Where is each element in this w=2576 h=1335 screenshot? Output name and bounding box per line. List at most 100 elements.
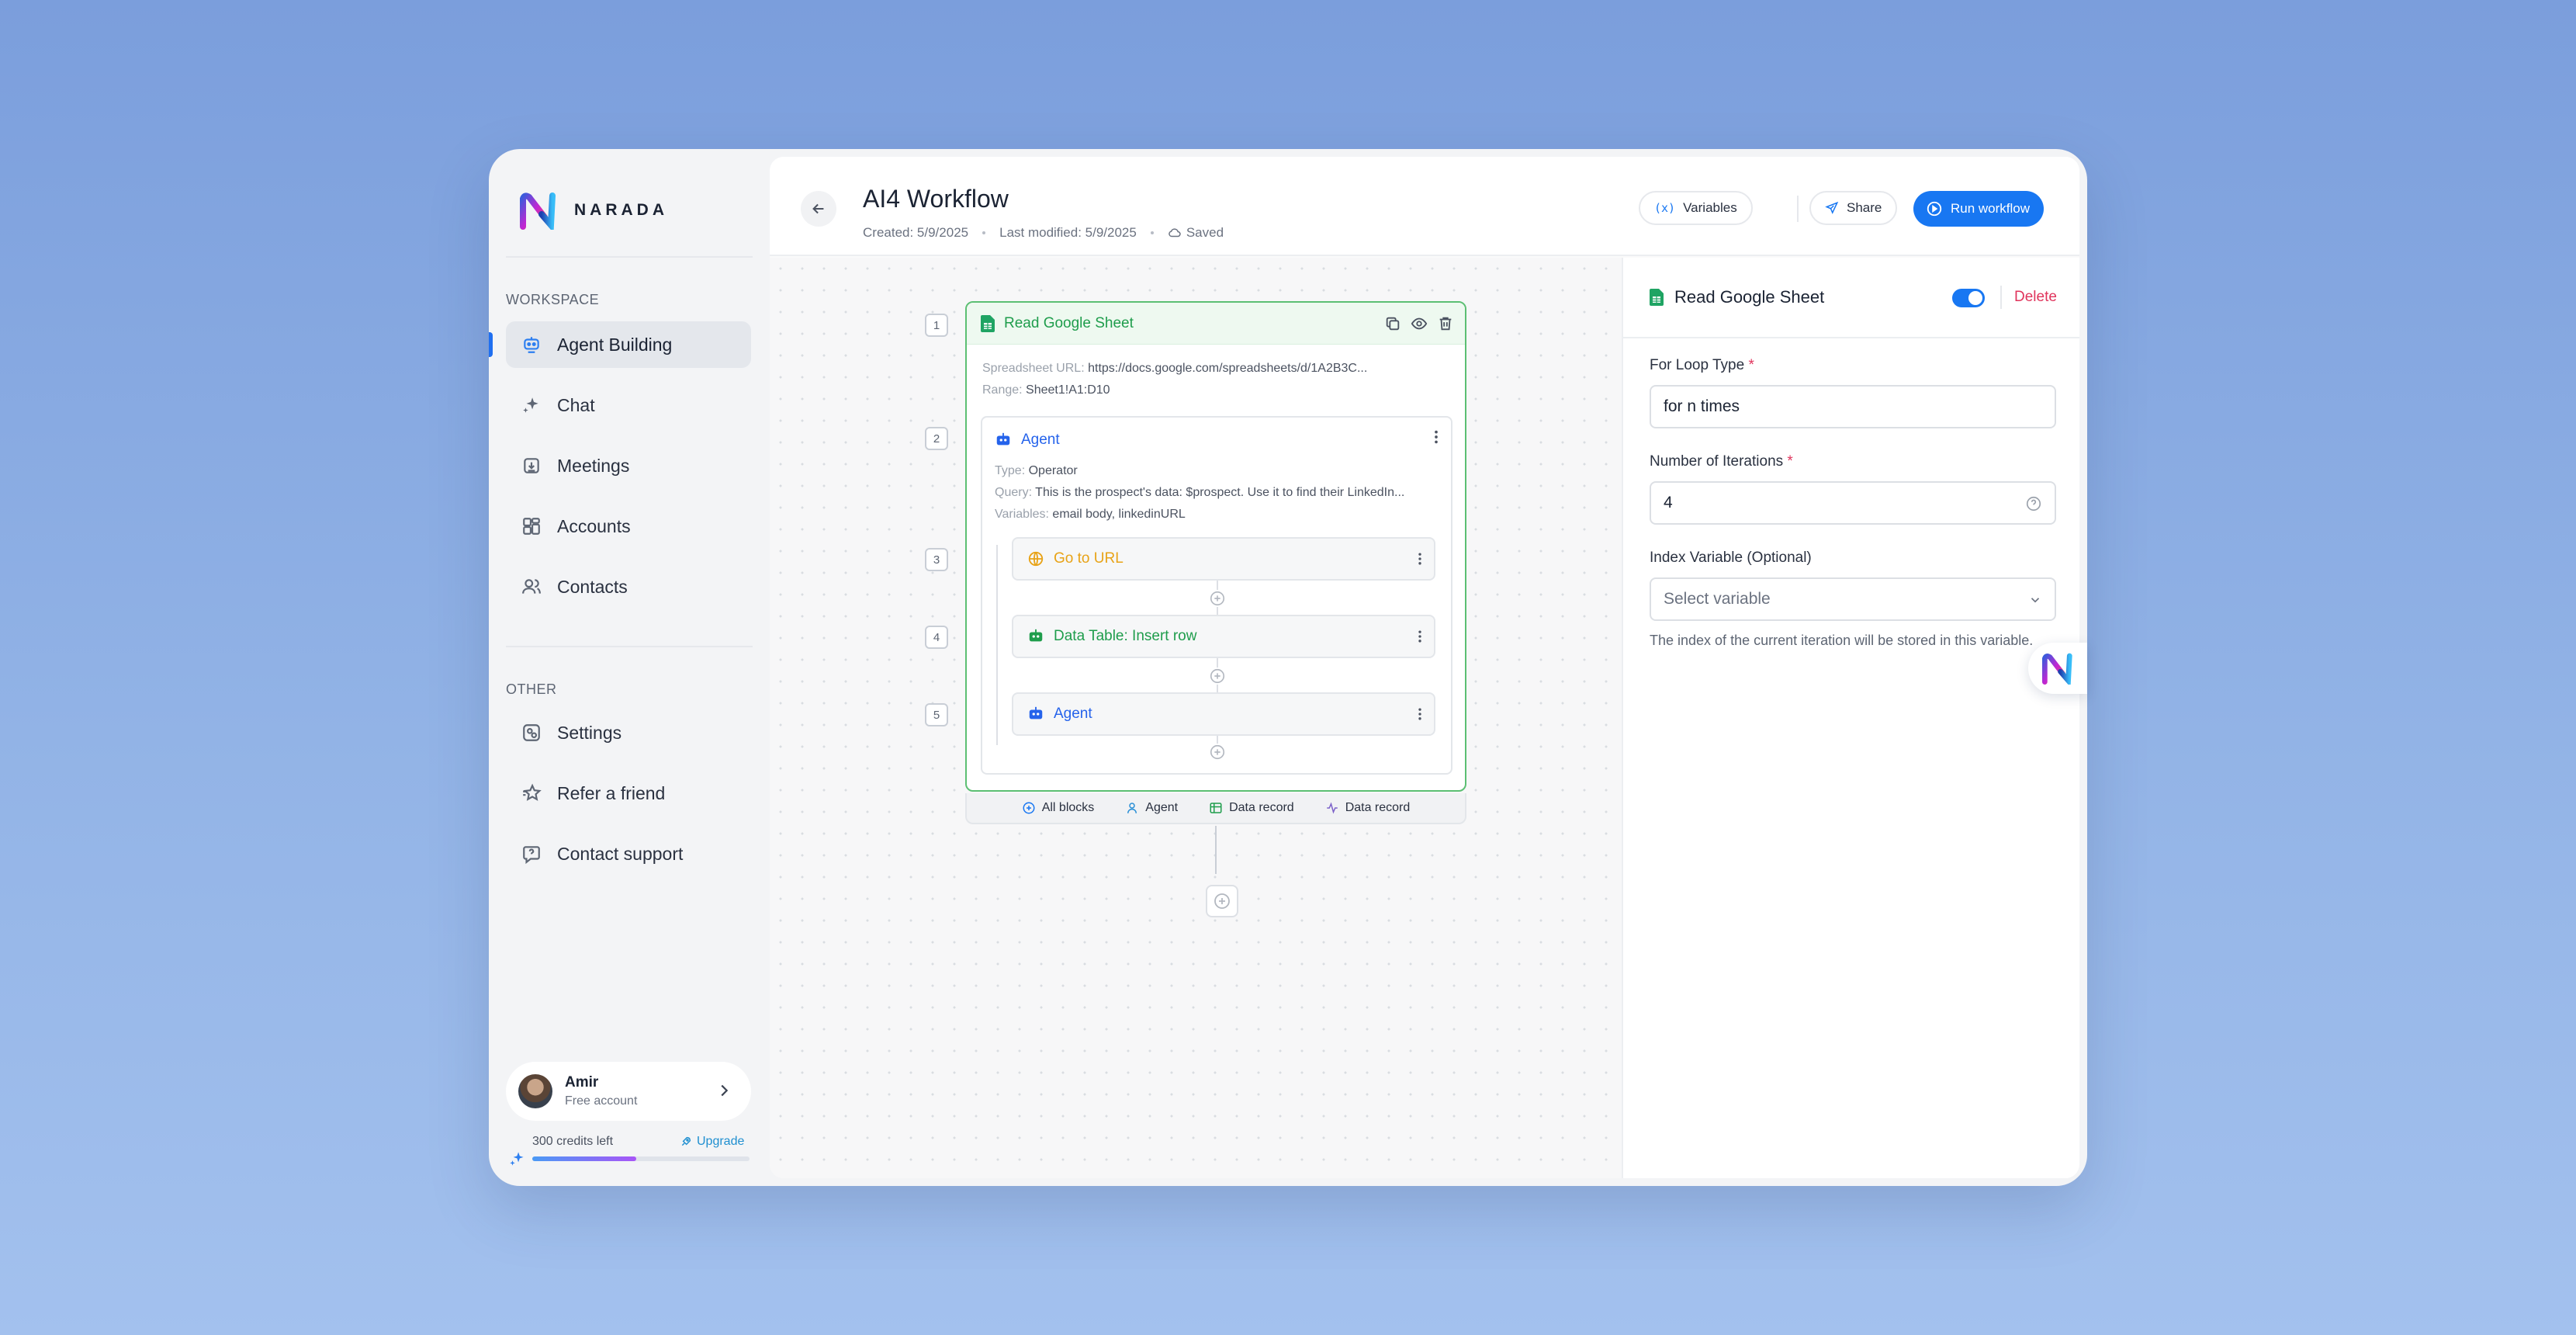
more-vertical-icon[interactable] [1412, 706, 1428, 722]
data-table-insert-row-block[interactable]: Data Table: Insert row [1012, 615, 1435, 658]
avatar [518, 1074, 552, 1108]
variables-icon: (x) [1654, 201, 1676, 215]
meta-key: Query: [995, 486, 1033, 499]
range-value: Sheet1!A1:D10 [1026, 383, 1110, 397]
meta-key: Spreadsheet URL: [982, 362, 1085, 375]
saved-label: Saved [1186, 225, 1224, 240]
cloud-icon [1169, 228, 1181, 238]
delete-button[interactable]: Delete [2014, 289, 2057, 306]
add-step-icon[interactable] [1209, 744, 1226, 761]
run-workflow-button[interactable]: Run workflow [1913, 191, 2045, 227]
block-tray: All blocks Agent Data record Data record [965, 793, 1466, 824]
robot-icon [996, 432, 1010, 446]
agent-variables: email body, linkedinURL [1052, 508, 1186, 521]
index-variable-placeholder: Select variable [1664, 590, 1771, 608]
iterations-label-text: Number of Iterations [1650, 453, 1784, 470]
google-sheets-icon [981, 314, 995, 332]
iterations-field[interactable]: 4 [1650, 481, 2056, 525]
more-vertical-icon[interactable] [1412, 629, 1428, 644]
sidebar-item-label: Accounts [557, 515, 631, 536]
sidebar-item-label: Settings [557, 722, 622, 743]
enable-toggle[interactable] [1952, 289, 1985, 307]
sidebar: NARADA WORKSPACE Agent Building Chat Mee… [489, 149, 770, 1186]
sidebar-divider [506, 256, 753, 258]
sidebar-item-agent-building[interactable]: Agent Building [506, 321, 751, 368]
index-variable-select[interactable]: Select variable [1650, 577, 2056, 621]
agent-variables-line: Variables: email body, linkedinURL [995, 508, 1186, 522]
chevron-right-icon [721, 1084, 729, 1097]
app-window: NARADA WORKSPACE Agent Building Chat Mee… [489, 149, 2087, 1186]
eye-icon[interactable] [1411, 315, 1428, 332]
all-blocks-button[interactable]: All blocks [1022, 801, 1094, 815]
send-icon [1825, 201, 1839, 214]
robot-icon [1029, 629, 1043, 642]
credits-left: 300 credits left [532, 1135, 614, 1148]
upgrade-link[interactable]: Upgrade [680, 1135, 744, 1149]
page-title: AI4 Workflow [863, 185, 1009, 213]
more-vertical-icon[interactable] [1412, 551, 1428, 567]
sidebar-item-label: Contact support [557, 843, 684, 864]
sidebar-item-accounts[interactable]: Accounts [506, 503, 751, 550]
block-actions [1384, 315, 1454, 332]
credits-progress [532, 1156, 750, 1161]
active-indicator [489, 332, 493, 357]
block-title: Read Google Sheet [1004, 314, 1134, 331]
share-label: Share [1847, 200, 1882, 215]
add-step-icon[interactable] [1209, 668, 1226, 685]
sidebar-divider [506, 646, 753, 647]
agent-block[interactable]: Agent Type: Operator Query: This is the … [981, 416, 1452, 775]
read-google-sheet-block[interactable]: Read Google Sheet Spreadsheet URL: https… [965, 301, 1466, 792]
user-card[interactable]: Amir Free account [506, 1062, 751, 1121]
narada-logo-icon [520, 192, 556, 230]
agent-sub-block[interactable]: Agent [1012, 692, 1435, 736]
run-workflow-label: Run workflow [1951, 201, 2031, 216]
go-to-url-block[interactable]: Go to URL [1012, 537, 1435, 581]
help-circle-icon[interactable] [2025, 495, 2042, 512]
star-icon [523, 783, 542, 801]
workspace-section-label: WORKSPACE [506, 292, 600, 307]
block-title: Agent [1021, 432, 1060, 448]
user-info: Amir Free account [565, 1074, 637, 1108]
sidebar-item-label: Refer a friend [557, 782, 666, 803]
sidebar-item-label: Chat [557, 394, 595, 415]
grid-icon [523, 518, 540, 535]
sidebar-item-meetings[interactable]: Meetings [506, 442, 751, 489]
workflow-canvas[interactable]: 1 2 3 4 5 Read Google Sheet Spreadsheet … [770, 258, 1622, 1178]
other-section-label: OTHER [506, 681, 557, 697]
agent-tray-button[interactable]: Agent [1125, 801, 1178, 815]
data-record-tray-button[interactable]: Data record [1325, 801, 1410, 815]
chevron-down-icon [2031, 598, 2040, 603]
step-number: 3 [925, 548, 948, 571]
loop-type-label-text: For Loop Type [1650, 357, 1745, 373]
share-button[interactable]: Share [1809, 191, 1898, 225]
robot-icon [1029, 706, 1043, 720]
add-step-icon[interactable] [1209, 590, 1226, 607]
brand-logo[interactable]: NARADA [518, 191, 668, 230]
iterations-value: 4 [1664, 494, 1673, 511]
loop-type-field[interactable]: for n times [1650, 385, 2056, 428]
toolbar-divider [1797, 196, 1799, 222]
modified-date: Last modified: 5/9/2025 [999, 225, 1137, 240]
trash-icon[interactable] [1437, 315, 1454, 332]
table-icon [1210, 803, 1222, 813]
sidebar-item-settings[interactable]: Settings [506, 709, 751, 756]
panel-title: Read Google Sheet [1650, 287, 1824, 307]
sidebar-item-label: Contacts [557, 576, 628, 597]
more-vertical-icon[interactable] [1428, 428, 1445, 446]
activity-icon [1326, 802, 1338, 814]
sidebar-item-contacts[interactable]: Contacts [506, 563, 751, 610]
panel-title-text: Read Google Sheet [1674, 287, 1825, 307]
loop-type-label: For Loop Type * [1650, 357, 1754, 374]
narada-assistant-button[interactable] [2028, 643, 2087, 694]
sidebar-item-contact-support[interactable]: Contact support [506, 830, 751, 877]
data-record-tray-button[interactable]: Data record [1209, 801, 1294, 815]
add-block-button[interactable] [1206, 885, 1238, 917]
back-button[interactable] [801, 191, 836, 227]
duplicate-icon[interactable] [1384, 315, 1401, 332]
sidebar-item-refer-a-friend[interactable]: Refer a friend [506, 770, 751, 817]
agent-query: This is the prospect's data: $prospect. … [1035, 486, 1405, 499]
sidebar-item-chat[interactable]: Chat [506, 382, 751, 428]
variables-button[interactable]: (x) Variables [1639, 191, 1753, 225]
agent-type-line: Type: Operator [995, 464, 1078, 478]
spreadsheet-url-line: Spreadsheet URL: https://docs.google.com… [982, 362, 1367, 376]
